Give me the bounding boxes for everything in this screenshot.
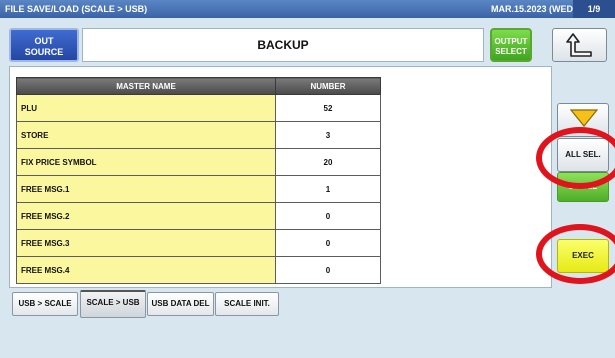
table-row[interactable]: FREE MSG.3 0 bbox=[16, 229, 381, 257]
table-row[interactable]: FREE MSG.4 0 bbox=[16, 256, 381, 284]
master-table: MASTER NAME NUMBER PLU 52 STORE 3 FIX PR… bbox=[16, 77, 381, 284]
master-name-cell: FIX PRICE SYMBOL bbox=[16, 148, 276, 176]
number-cell: 1 bbox=[275, 175, 381, 203]
back-button[interactable] bbox=[552, 28, 607, 62]
page-indicator: 1/9 bbox=[573, 0, 615, 18]
scroll-down-button[interactable] bbox=[557, 103, 609, 137]
table-row[interactable]: FIX PRICE SYMBOL 20 bbox=[16, 148, 381, 176]
table-row[interactable]: PLU 52 bbox=[16, 94, 381, 122]
number-cell: 0 bbox=[275, 256, 381, 284]
tab-usb-to-scale[interactable]: USB > SCALE bbox=[12, 292, 78, 316]
output-select-button[interactable]: OUTPUT SELECT bbox=[490, 28, 532, 62]
number-cell: 52 bbox=[275, 94, 381, 122]
master-name-cell: FREE MSG.1 bbox=[16, 175, 276, 203]
master-name-cell: PLU bbox=[16, 94, 276, 122]
master-name-cell: STORE bbox=[16, 121, 276, 149]
master-name-cell: FREE MSG.3 bbox=[16, 229, 276, 257]
master-list-panel: MASTER NAME NUMBER PLU 52 STORE 3 FIX PR… bbox=[9, 66, 552, 288]
detail-button[interactable]: DETAIL bbox=[557, 172, 609, 202]
out-source-button[interactable]: OUT SOURCE bbox=[9, 28, 79, 62]
table-row[interactable]: FREE MSG.1 1 bbox=[16, 175, 381, 203]
number-cell: 3 bbox=[275, 121, 381, 149]
master-name-cell: FREE MSG.2 bbox=[16, 202, 276, 230]
out-source-label-line2: SOURCE bbox=[24, 47, 64, 57]
number-cell: 20 bbox=[275, 148, 381, 176]
triangle-down-icon bbox=[569, 109, 599, 127]
number-cell: 0 bbox=[275, 202, 381, 230]
exec-button[interactable]: EXEC bbox=[557, 239, 609, 273]
out-source-label-line1: OUT bbox=[34, 36, 54, 46]
output-select-label-line1: OUTPUT bbox=[494, 37, 528, 46]
tab-usb-data-delete[interactable]: USB DATA DEL bbox=[147, 292, 214, 316]
mode-title: BACKUP bbox=[82, 28, 484, 62]
all-select-button[interactable]: ALL SEL. bbox=[557, 138, 609, 172]
master-name-cell: FREE MSG.4 bbox=[16, 256, 276, 284]
output-select-label-line2: SELECT bbox=[495, 47, 527, 56]
column-header-number: NUMBER bbox=[275, 77, 381, 95]
table-row[interactable]: FREE MSG.2 0 bbox=[16, 202, 381, 230]
table-row[interactable]: STORE 3 bbox=[16, 121, 381, 149]
tab-scale-init[interactable]: SCALE INIT. bbox=[215, 292, 279, 316]
number-cell: 0 bbox=[275, 229, 381, 257]
tab-scale-to-usb[interactable]: SCALE > USB bbox=[80, 290, 146, 318]
column-header-master-name: MASTER NAME bbox=[16, 77, 276, 95]
return-arrow-icon bbox=[566, 33, 592, 57]
title-bar: FILE SAVE/LOAD (SCALE > USB) MAR.15.2023… bbox=[0, 0, 615, 18]
screen-title: FILE SAVE/LOAD (SCALE > USB) bbox=[5, 4, 148, 14]
